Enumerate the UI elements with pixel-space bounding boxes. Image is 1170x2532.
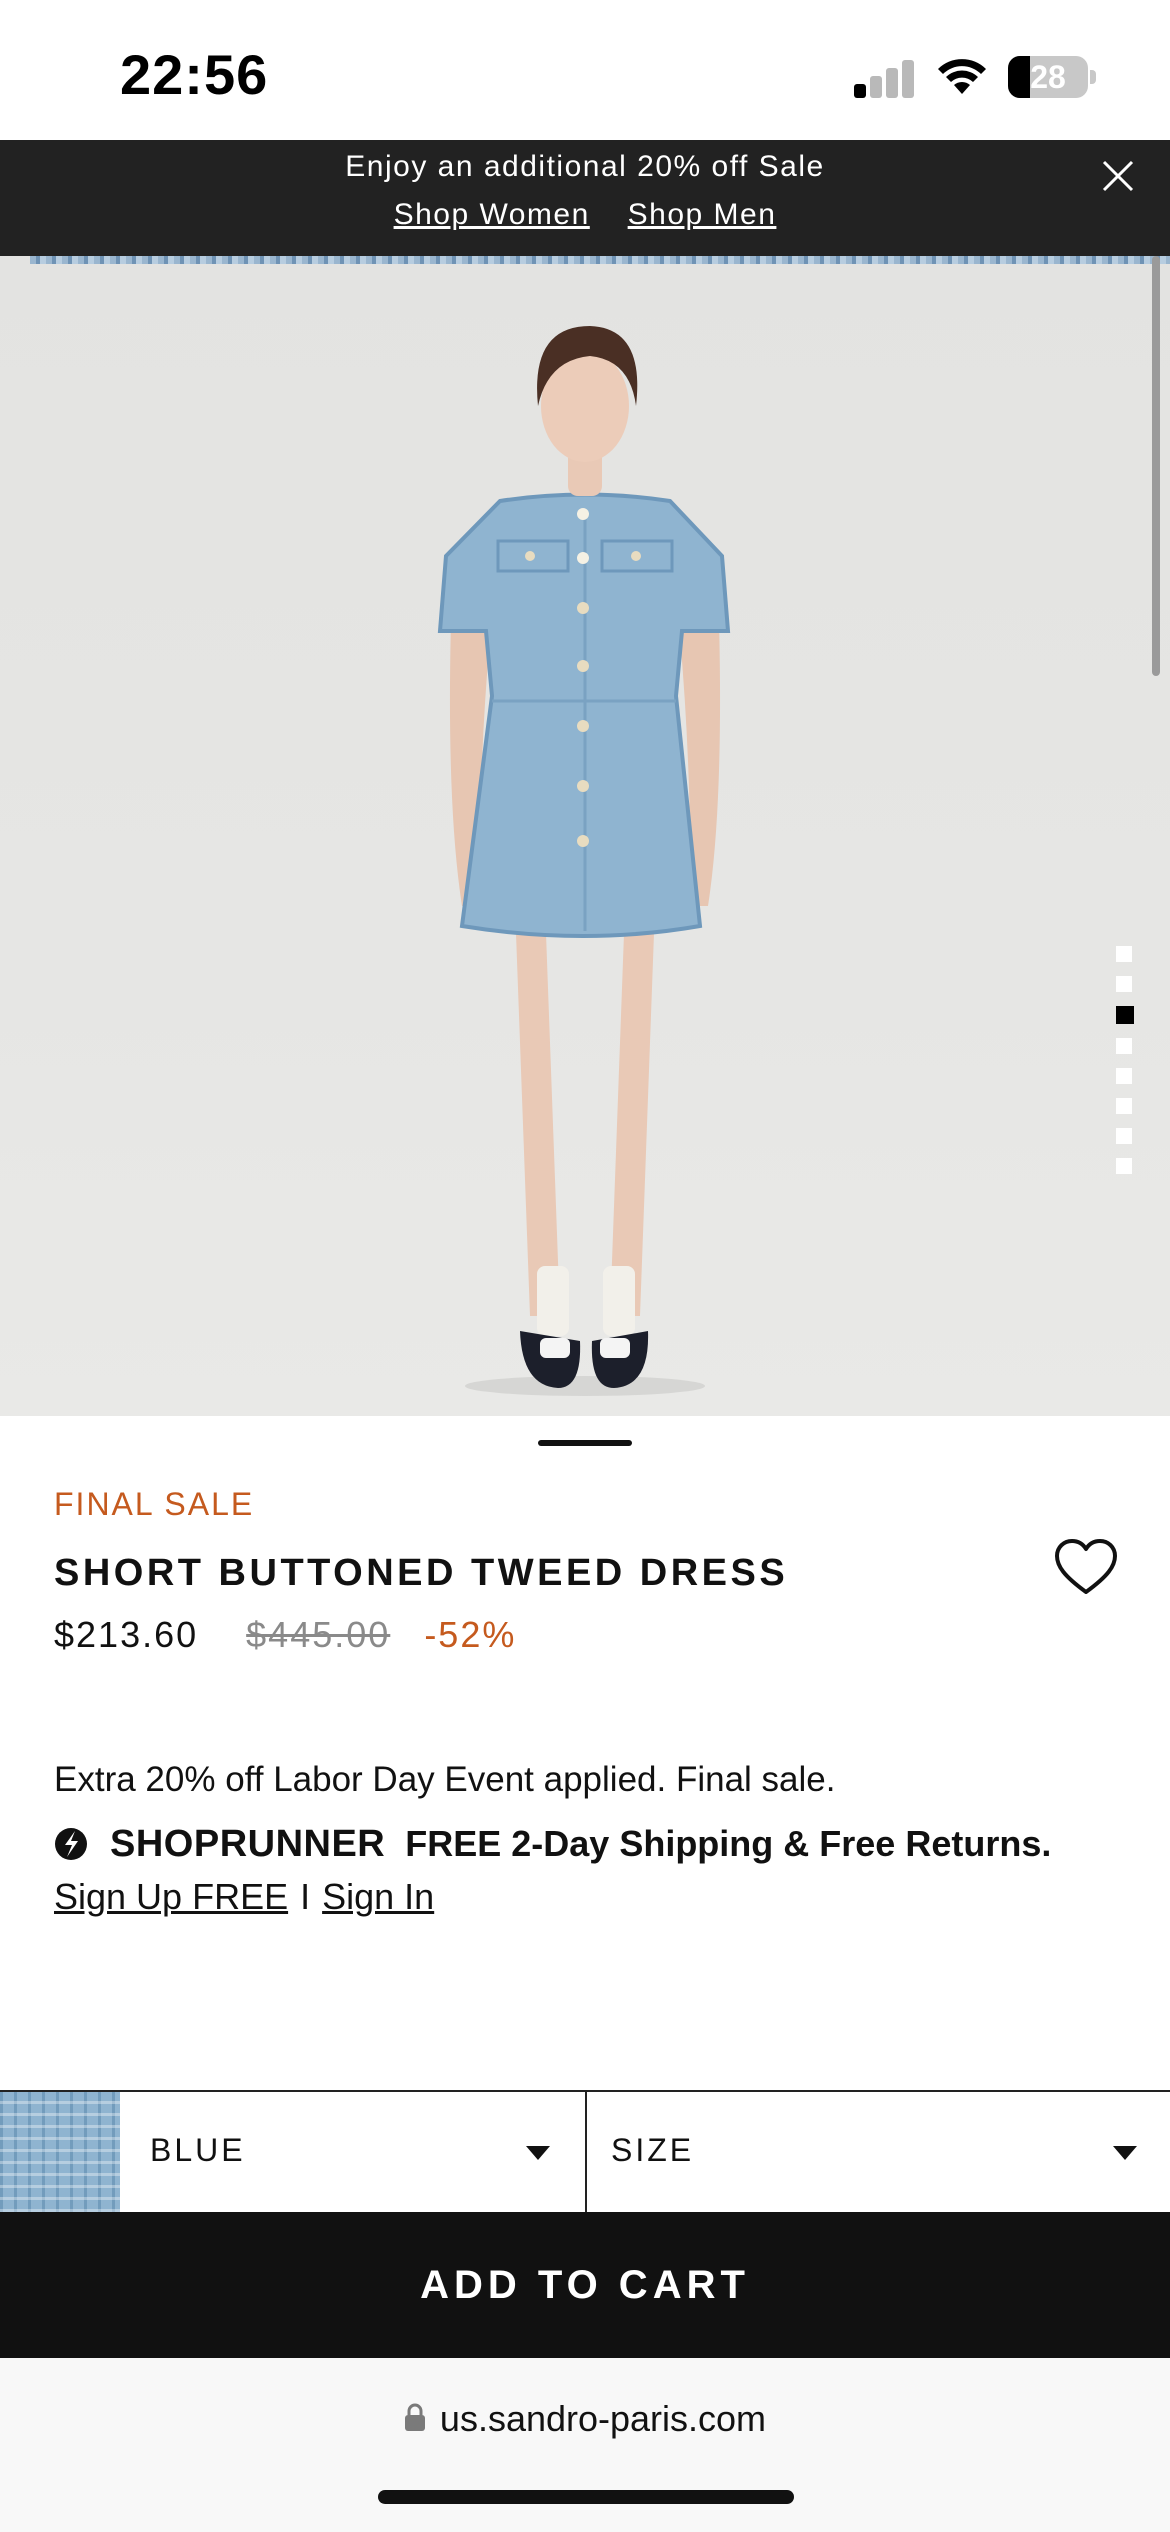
model-photo (437, 326, 731, 1396)
chevron-down-icon (526, 2146, 550, 2160)
shoprunner-shipping: FREE 2-Day Shipping & Free Returns. (405, 1823, 1052, 1864)
promotion-applied-text: Extra 20% off Labor Day Event applied. F… (54, 1760, 836, 1799)
pagination-dot[interactable] (1116, 976, 1132, 992)
shop-men-link[interactable]: Shop Men (628, 198, 777, 231)
final-sale-badge: FINAL SALE (54, 1486, 255, 1522)
color-select-label: BLUE (150, 2132, 246, 2168)
link-separator: I (300, 1876, 311, 1917)
pagination-dot[interactable] (1116, 1068, 1132, 1084)
promo-text: Enjoy an additional 20% off Sale (345, 150, 825, 183)
color-swatch[interactable] (0, 2092, 120, 2212)
chevron-down-icon (1113, 2146, 1137, 2160)
price-row: $213.60 $445.00 -52% (54, 1614, 516, 1660)
battery-tip (1090, 70, 1096, 84)
close-icon[interactable] (1096, 154, 1140, 198)
sheet-handle[interactable] (538, 1440, 632, 1446)
promo-banner: Enjoy an additional 20% off Sale Shop Wo… (0, 140, 1170, 256)
pagination-dot[interactable] (1116, 1038, 1132, 1054)
home-indicator[interactable] (378, 2490, 794, 2504)
image-pagination[interactable] (1116, 946, 1134, 1188)
sign-in-link[interactable]: Sign In (322, 1876, 434, 1917)
wifi-icon (938, 59, 986, 94)
shoprunner-brand: SHOPRUNNER (110, 1822, 386, 1865)
shoprunner-links: Sign Up FREE I Sign In (54, 1876, 434, 1918)
pagination-dot[interactable] (1116, 946, 1132, 962)
color-select[interactable]: BLUE (120, 2092, 585, 2212)
heart-icon[interactable] (1054, 1538, 1118, 1598)
shoprunner-logo-icon (55, 1828, 87, 1860)
pagination-dot[interactable] (1116, 1098, 1132, 1114)
price-discount: -52% (424, 1614, 517, 1655)
product-title: SHORT BUTTONED TWEED DRESS (54, 1552, 789, 1594)
sign-up-link[interactable]: Sign Up FREE (54, 1876, 288, 1917)
price-original: $445.00 (246, 1614, 391, 1655)
url-display[interactable]: us.sandro-paris.com (0, 2398, 1170, 2440)
browser-url-bar[interactable]: us.sandro-paris.com (0, 2358, 1170, 2532)
shoprunner-row: SHOPRUNNER FREE 2-Day Shipping & Free Re… (54, 1822, 1051, 1866)
product-image[interactable] (0, 256, 1170, 1416)
status-bar: 22:56 28 (0, 0, 1170, 140)
battery-percent: 28 (1030, 59, 1066, 95)
pagination-dot[interactable] (1116, 1128, 1132, 1144)
lock-icon (404, 2404, 425, 2432)
size-select-label: SIZE (611, 2132, 695, 2168)
promo-links: Shop Women Shop Men (0, 198, 1170, 232)
url-text: us.sandro-paris.com (439, 2398, 767, 2439)
size-select[interactable]: SIZE (585, 2092, 1170, 2212)
pagination-dot[interactable] (1116, 1158, 1132, 1174)
variant-selector-row: BLUE SIZE (0, 2090, 1170, 2212)
status-time: 22:56 (120, 43, 269, 106)
price-current: $213.60 (54, 1614, 199, 1655)
battery-icon: 28 (1008, 56, 1088, 98)
pagination-dot[interactable] (1116, 1006, 1134, 1024)
page-scrollbar[interactable] (1152, 256, 1160, 676)
add-to-cart-button[interactable]: ADD TO CART (0, 2212, 1170, 2358)
cellular-signal-icon (854, 58, 916, 98)
shop-women-link[interactable]: Shop Women (394, 198, 590, 231)
